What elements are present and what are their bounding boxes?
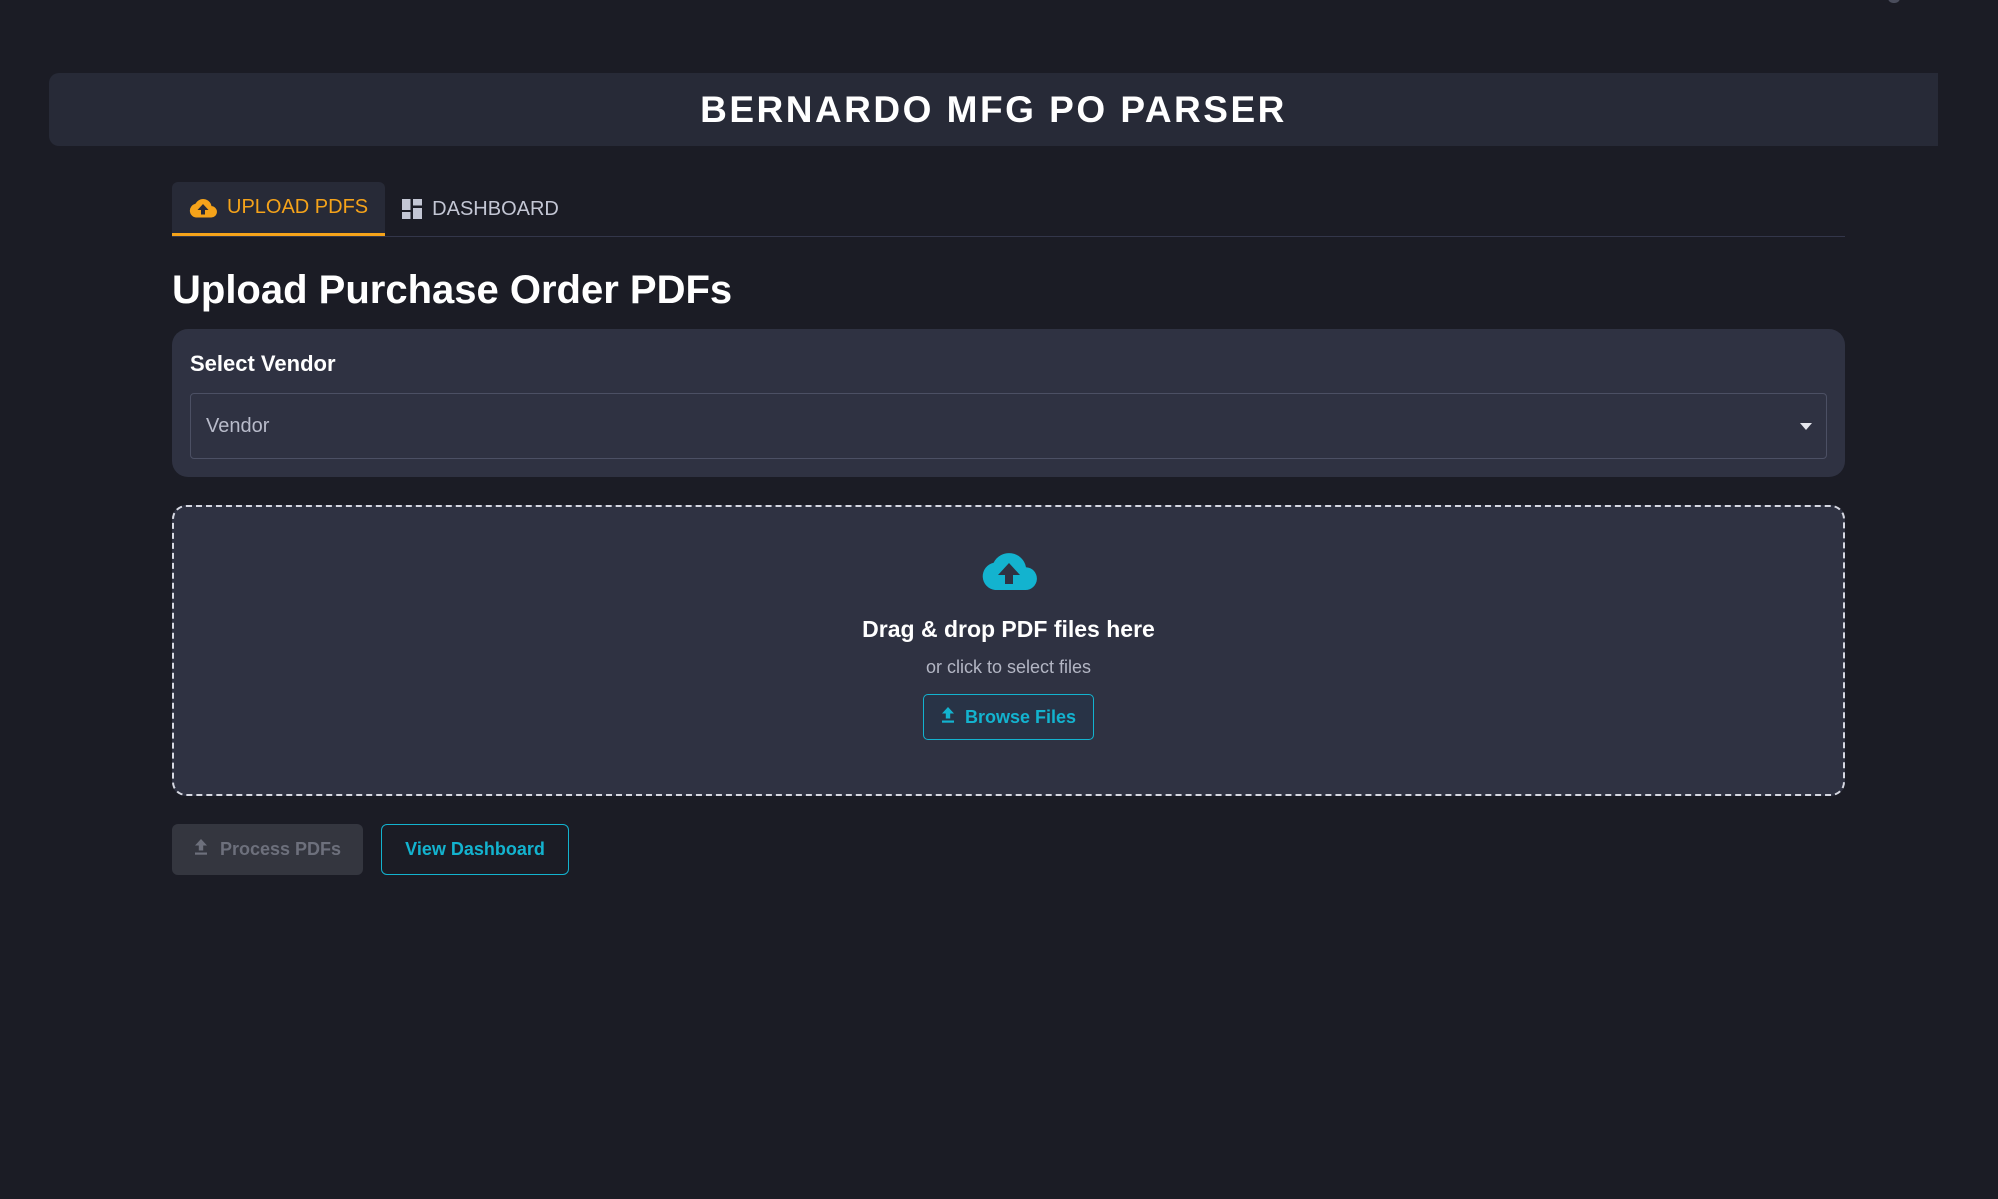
vendor-card: Select Vendor Vendor (172, 329, 1845, 477)
page-title: Upload Purchase Order PDFs (172, 268, 733, 312)
caret-down-icon (1800, 417, 1812, 435)
process-pdfs-label: Process PDFs (219, 839, 342, 859)
main-content: UPLOAD PDFS DASHBOARD Upload Purchase Or… (172, 182, 1845, 875)
tab-dashboard[interactable]: DASHBOARD (385, 182, 576, 236)
view-dashboard-button[interactable]: View Dashboard (381, 824, 569, 875)
window-corner-indicator (1888, 0, 1900, 3)
tab-upload-pdfs-label: UPLOAD PDFS (227, 196, 369, 218)
dropzone-title: Drag & drop PDF files here (862, 616, 1155, 642)
pdf-dropzone[interactable]: Drag & drop PDF files here or click to s… (172, 505, 1845, 796)
view-dashboard-label: View Dashboard (405, 839, 545, 859)
app-title: BERNARDO MFG PO PARSER (700, 88, 1287, 130)
vendor-select[interactable]: Vendor (190, 393, 1827, 459)
upload-icon (194, 839, 208, 860)
app-header: BERNARDO MFG PO PARSER (49, 73, 1938, 146)
upload-icon (941, 706, 955, 728)
dashboard-icon (402, 199, 423, 219)
tab-upload-pdfs[interactable]: UPLOAD PDFS (172, 182, 386, 236)
vendor-label: Select Vendor (190, 351, 336, 376)
cloud-upload-icon (189, 198, 217, 218)
browse-files-button[interactable]: Browse Files (922, 694, 1095, 740)
process-pdfs-button[interactable]: Process PDFs (172, 824, 363, 875)
tab-bar: UPLOAD PDFS DASHBOARD (172, 182, 1845, 237)
browse-files-label: Browse Files (964, 706, 1077, 727)
action-bar: Process PDFs View Dashboard (172, 824, 1845, 875)
dropzone-subtitle: or click to select files (925, 657, 1092, 677)
cloud-upload-icon (981, 551, 1037, 596)
vendor-select-placeholder: Vendor (206, 414, 270, 437)
tab-dashboard-label: DASHBOARD (432, 197, 559, 220)
